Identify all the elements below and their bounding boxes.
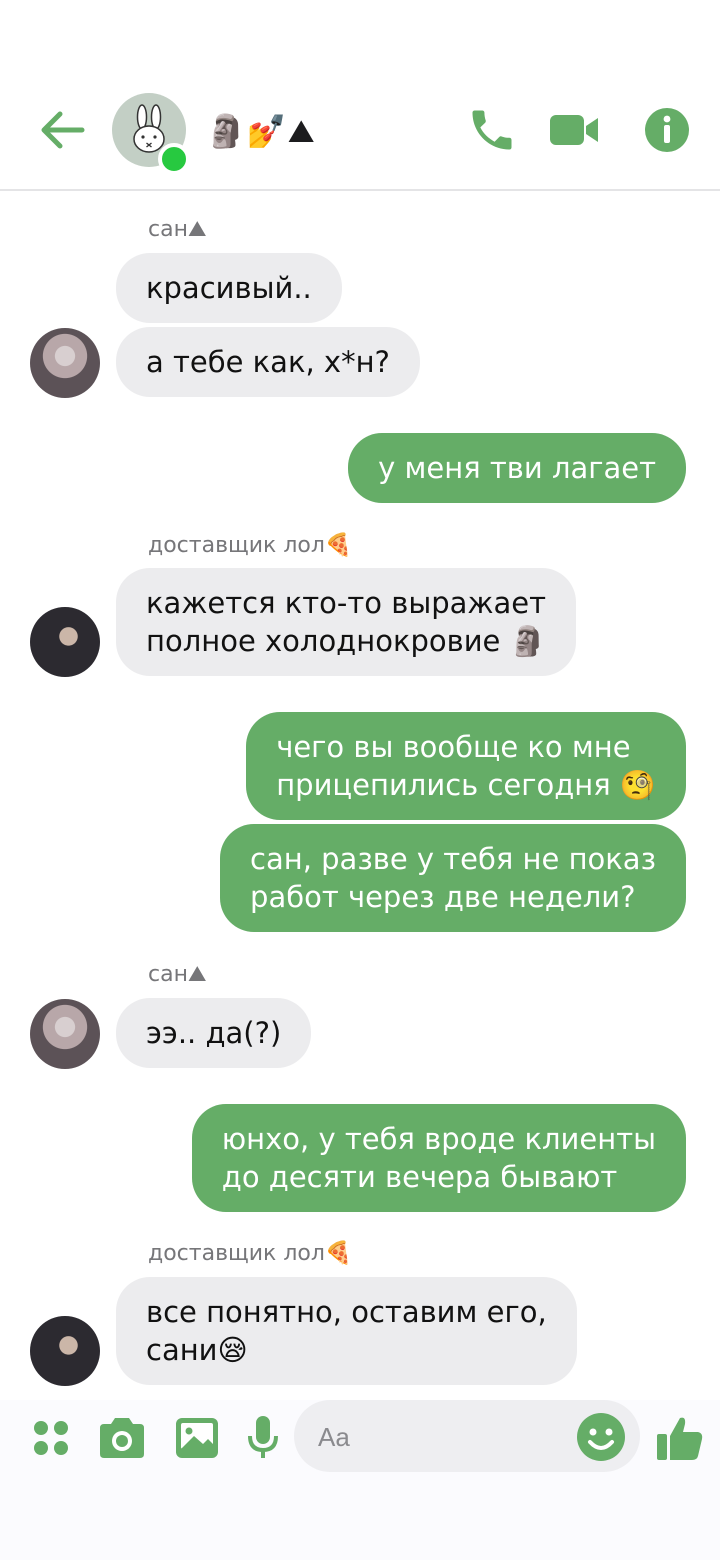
incoming-message[interactable]: кажется кто-то выражает полное холоднокр…	[116, 568, 577, 676]
message-line: полное холоднокровие 🗿	[146, 624, 546, 658]
outgoing-message[interactable]: сан, разве у тебя не показ работ через д…	[220, 824, 686, 932]
incoming-message[interactable]: все понятно, оставим его, сани😪	[116, 1277, 577, 1385]
online-status-dot	[158, 143, 190, 175]
avatar-dostavshchik[interactable]	[30, 607, 100, 677]
info-icon[interactable]	[641, 104, 693, 156]
message-line: все понятно, оставим его,	[146, 1295, 547, 1329]
incoming-message[interactable]: ээ.. да(?)	[116, 998, 312, 1068]
outgoing-message[interactable]: у меня тви лагает	[348, 433, 686, 503]
emoji-smile-icon[interactable]	[576, 1412, 626, 1462]
sender-name: доставщик лол🍕	[148, 533, 353, 558]
avatar-san[interactable]	[30, 328, 100, 398]
outgoing-message[interactable]: юнхо, у тебя вроде клиенты до десяти веч…	[191, 1104, 686, 1212]
message-text: у меня тви лагает	[378, 451, 656, 485]
chat-title[interactable]: 🗿💅⛰	[206, 108, 316, 154]
sender-name: сан⛰	[148, 217, 207, 242]
video-call-icon[interactable]	[548, 104, 600, 156]
incoming-message[interactable]: а тебе как, х*н?	[116, 327, 420, 397]
message-composer	[0, 1400, 720, 1560]
message-input[interactable]	[316, 1418, 570, 1456]
message-text: ээ.. да(?)	[146, 1016, 282, 1050]
message-line: сани😪	[146, 1333, 248, 1367]
message-line: работ через две недели?	[250, 880, 636, 914]
message-text: красивый..	[146, 271, 312, 305]
message-line: прицепились сегодня 🧐	[276, 768, 656, 802]
avatar-san[interactable]	[30, 999, 100, 1069]
message-line: кажется кто-то выражает	[146, 586, 547, 620]
outgoing-message[interactable]: чего вы вообще ко мне прицепились сегодн…	[246, 712, 686, 820]
message-input-pill[interactable]	[294, 1400, 640, 1472]
camera-icon[interactable]	[96, 1412, 148, 1464]
message-text: а тебе как, х*н?	[146, 345, 390, 379]
sender-name: сан⛰	[148, 962, 207, 987]
message-line: юнхо, у тебя вроде клиенты	[221, 1122, 656, 1156]
avatar-dostavshchik[interactable]	[30, 1316, 100, 1386]
incoming-message[interactable]: красивый..	[116, 253, 342, 323]
sender-name: доставщик лол🍕	[148, 1241, 353, 1266]
message-line: сан, разве у тебя не показ	[250, 842, 656, 876]
phone-call-icon[interactable]	[466, 104, 518, 156]
thumbs-up-icon[interactable]	[654, 1412, 706, 1464]
back-arrow-icon[interactable]	[38, 108, 86, 152]
message-line: до десяти вечера бывают	[221, 1160, 618, 1194]
message-line: чего вы вообще ко мне	[276, 730, 631, 764]
chat-header: 🗿💅⛰	[0, 0, 720, 191]
apps-grid-icon[interactable]	[28, 1412, 80, 1464]
microphone-icon[interactable]	[240, 1412, 292, 1464]
gallery-image-icon[interactable]	[172, 1412, 224, 1464]
